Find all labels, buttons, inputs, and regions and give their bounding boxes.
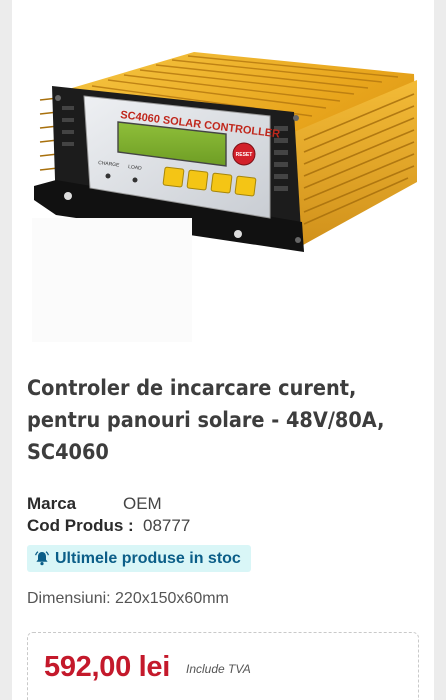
bell-icon [35, 551, 49, 566]
reset-label: RESET [236, 152, 253, 158]
price-box: 592,00 lei Include TVA [27, 632, 419, 700]
product-code-value: 08777 [143, 516, 191, 535]
product-image[interactable]: SC4060 SOLAR CONTROLLER CHARGE LOAD RESE… [12, 0, 434, 350]
dimensions-text: Dimensiuni: 220x150x60mm [27, 590, 229, 607]
brand-label: Marca [27, 494, 77, 513]
product-title: Controler de incarcare curent, pentru pa… [27, 376, 385, 464]
product-code-label: Cod Produs : [27, 516, 134, 535]
price-amount: 592,00 lei [44, 651, 170, 683]
brand-row: Marca OEM [27, 494, 162, 514]
image-shadow [32, 218, 192, 342]
stock-badge: Ultimele produse in stoc [27, 545, 251, 572]
product-card: SC4060 SOLAR CONTROLLER CHARGE LOAD RESE… [12, 0, 434, 700]
brand-value[interactable]: OEM [123, 494, 162, 514]
stock-badge-text: Ultimele produse in stoc [55, 549, 241, 567]
vat-note: Include TVA [186, 662, 251, 676]
product-code-row: Cod Produs : 08777 [27, 516, 190, 536]
